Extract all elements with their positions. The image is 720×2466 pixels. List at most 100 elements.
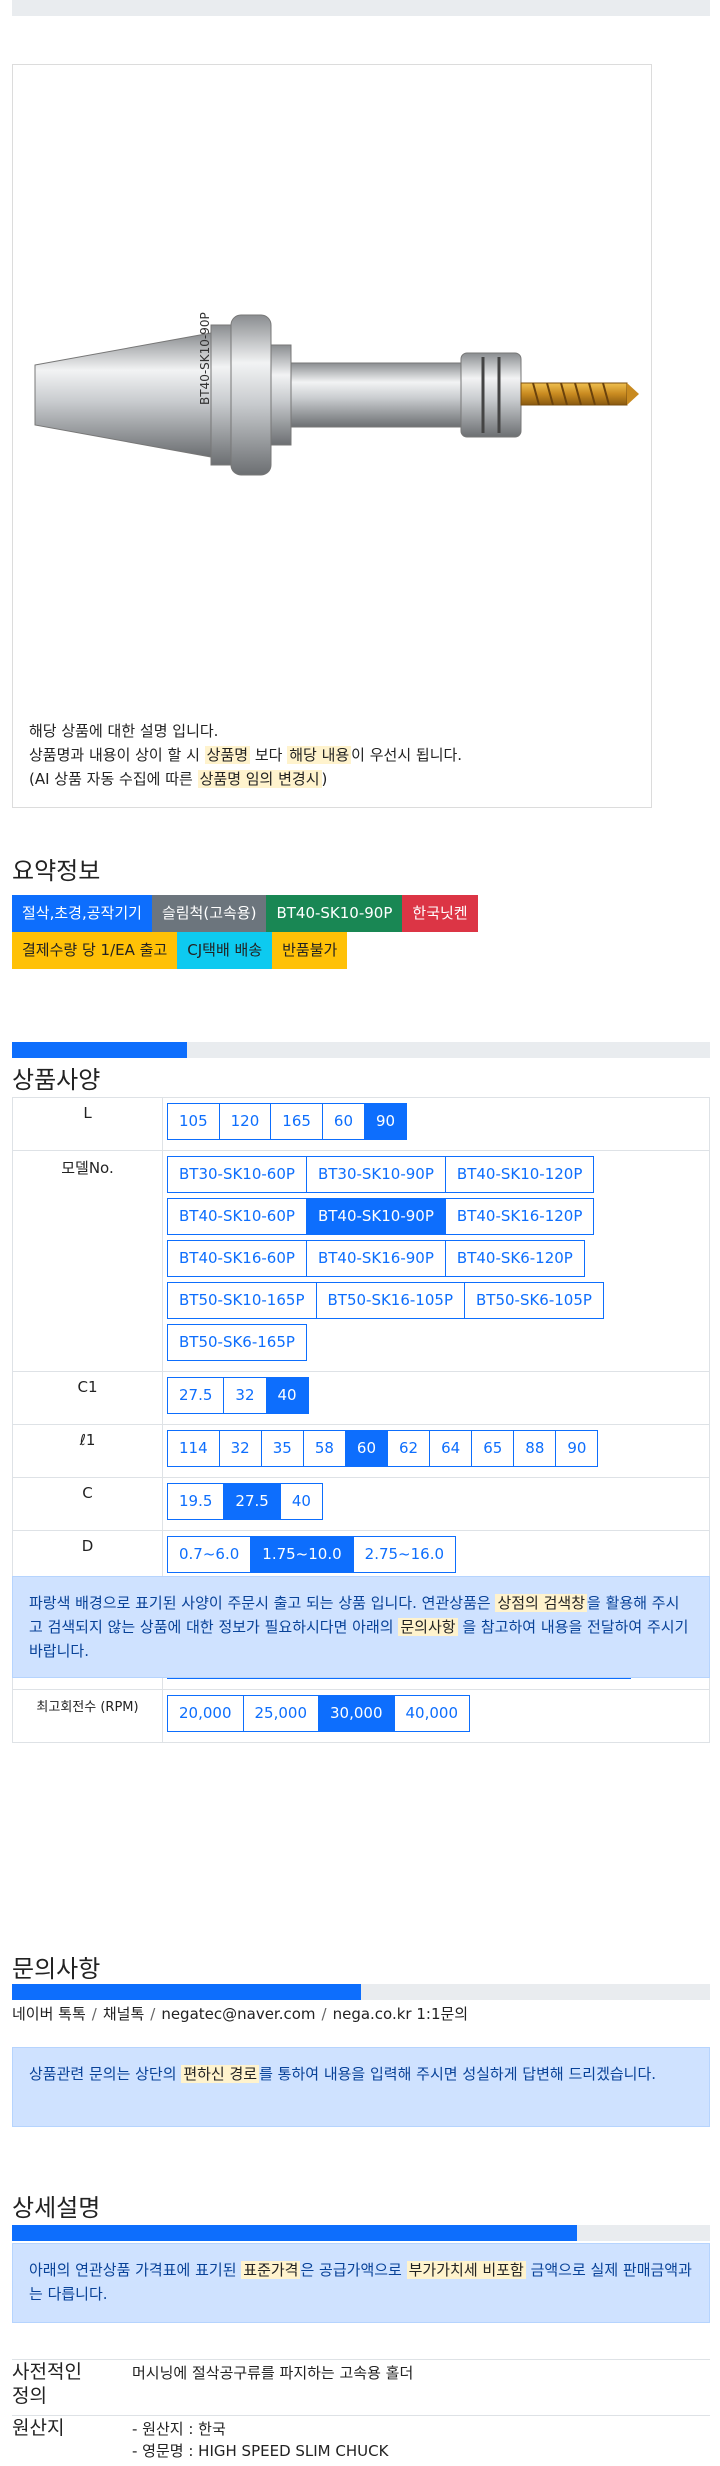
spec-option-button[interactable]: 35 <box>260 1430 304 1467</box>
link-website-inquiry[interactable]: nega.co.kr 1:1문의 <box>333 2005 469 2023</box>
desc-line: - 원산지 : 한국 <box>132 2420 226 2438</box>
spec-options: BT30-SK10-60P BT30-SK10-90P BT40-SK10-120P… <box>162 1150 710 1372</box>
spec-progress-fill <box>12 1042 187 1058</box>
desc-text: 이 우선시 됩니다. <box>351 746 463 764</box>
summary-title: 요약정보 <box>12 857 101 885</box>
badge-model: BT40-SK10-90P <box>266 895 403 932</box>
spec-option-button[interactable]: 60 <box>321 1103 366 1140</box>
spec-option-button[interactable]: BT30-SK10-60P <box>167 1156 307 1193</box>
spec-options: 20,000 25,000 30,000 40,000 <box>162 1689 710 1743</box>
term-line: 사전적인 <box>12 2361 82 2383</box>
link-channel-talk[interactable]: 채널톡 <box>103 2005 144 2023</box>
spec-option-button[interactable]: 120 <box>218 1103 272 1140</box>
spec-options: 114 32 35 58 60 62 64 65 88 90 <box>162 1424 710 1478</box>
spec-option-button[interactable]: 65 <box>471 1430 515 1467</box>
spec-option-button[interactable]: BT40-SK10-60P <box>167 1198 307 1235</box>
spec-option-button[interactable]: BT40-SK10-90P <box>305 1198 446 1235</box>
spec-options: 27.5 32 40 <box>162 1371 710 1425</box>
spec-option-button[interactable]: 60 <box>344 1430 389 1467</box>
detail-row-definition: 사전적인 정의 머시닝에 절삭공구류를 파지하는 고속용 홀더 <box>12 2359 710 2415</box>
spec-row-l1: ℓ1 114 32 35 58 60 62 64 65 88 90 <box>12 1424 710 1478</box>
spec-option-button[interactable]: 27.5 <box>167 1377 225 1414</box>
spec-option-button[interactable]: 90 <box>555 1430 599 1467</box>
spec-option-button[interactable]: 88 <box>513 1430 557 1467</box>
spec-option-button[interactable]: 32 <box>223 1377 267 1414</box>
spec-option-button[interactable]: BT50-SK6-105P <box>464 1282 604 1319</box>
notice-highlight: 상점의 검색창 <box>495 1594 588 1612</box>
badge-category: 절삭,초경,공작기기 <box>12 895 152 932</box>
spec-option-button[interactable]: 105 <box>167 1103 220 1140</box>
badge-brand: 한국닛켄 <box>402 895 478 932</box>
spec-row-l: L 105 120 165 60 90 <box>12 1097 710 1151</box>
spec-option-button[interactable]: 64 <box>429 1430 473 1467</box>
spec-label: C <box>12 1477 163 1531</box>
spec-option-button[interactable]: 30,000 <box>318 1695 395 1732</box>
badge-quantity: 결제수량 당 1/EA 출고 <box>12 932 178 969</box>
detail-term: 원산지 <box>12 2416 64 2440</box>
spec-option-button[interactable]: 1.75~10.0 <box>250 1536 354 1573</box>
badge-return: 반품불가 <box>272 932 348 969</box>
spec-option-button[interactable]: BT30-SK10-90P <box>305 1156 446 1193</box>
spec-option-button[interactable]: 27.5 <box>223 1483 281 1520</box>
notice-text: 상품관련 문의는 상단의 <box>29 2065 182 2083</box>
link-separator: / <box>91 2005 97 2023</box>
spec-label: C1 <box>12 1371 163 1425</box>
detail-title: 상세설명 <box>12 2194 101 2222</box>
inquiry-progress-fill <box>12 1984 361 2000</box>
notice-text: 아래의 연관상품 가격표에 표기된 <box>29 2261 242 2279</box>
spec-row-rpm: 최고회전수 (RPM) 20,000 25,000 30,000 40,000 <box>12 1689 710 1743</box>
spec-option-button[interactable]: BT40-SK16-60P <box>167 1240 307 1277</box>
inquiry-notice: 상품관련 문의는 상단의 편하신 경로 를 통하여 내용을 입력해 주시면 성실하… <box>12 2047 710 2127</box>
spec-option-button[interactable]: 40,000 <box>393 1695 470 1732</box>
spec-option-button[interactable]: 20,000 <box>167 1695 244 1732</box>
spec-option-button[interactable]: 19.5 <box>167 1483 225 1520</box>
detail-row-origin: 원산지 - 원산지 : 한국 - 영문명 : HIGH SPEED SLIM CH… <box>12 2415 710 2466</box>
inquiry-progress <box>12 1984 710 2000</box>
spec-label: L <box>12 1097 163 1151</box>
spec-option-button[interactable]: 32 <box>218 1430 262 1467</box>
spec-row-c1: C1 27.5 32 40 <box>12 1371 710 1425</box>
term-line: 정의 <box>12 2385 47 2407</box>
inquiry-links: 네이버 톡톡 / 채널톡 / negatec@naver.com / nega.co.kr … <box>12 2003 468 2024</box>
product-image-label: BT40-SK10-90P <box>198 312 212 405</box>
desc-highlight: 상품명 임의 변경시 <box>197 770 322 788</box>
spec-option-button[interactable]: BT40-SK10-120P <box>444 1156 595 1193</box>
detail-progress <box>12 2225 710 2241</box>
desc-line-3: (AI 상품 자동 수집에 따른 상품명 임의 변경시) <box>29 767 462 791</box>
notice-highlight: 표준가격 <box>241 2261 301 2279</box>
spec-option-button[interactable]: BT50-SK10-165P <box>167 1282 317 1319</box>
product-image: BT40-SK10-90P <box>34 312 639 476</box>
spec-option-button[interactable]: 2.75~16.0 <box>352 1536 457 1573</box>
spec-option-button[interactable]: BT50-SK6-165P <box>167 1324 307 1361</box>
desc-line-2: 상품명과 내용이 상이 할 시 상품명 보다 해당 내용 이 우선시 됩니다. <box>29 743 462 767</box>
link-email[interactable]: negatec@naver.com <box>161 2005 315 2023</box>
spec-option-button[interactable]: 40 <box>279 1483 323 1520</box>
spec-option-button[interactable]: 90 <box>364 1103 408 1140</box>
top-bar <box>12 0 710 16</box>
detail-notice: 아래의 연관상품 가격표에 표기된 표준가격 은 공급가액으로 부가가치세 비포함… <box>12 2243 710 2323</box>
notice-text: 를 통하여 내용을 입력해 주시면 성실하게 답변해 드리겠습니다. <box>259 2065 657 2083</box>
spec-option-button[interactable]: 62 <box>387 1430 431 1467</box>
spec-option-button[interactable]: 114 <box>167 1430 220 1467</box>
spec-option-button[interactable]: BT40-SK16-90P <box>305 1240 446 1277</box>
link-separator: / <box>321 2005 327 2023</box>
desc-line-1: 해당 상품에 대한 설명 입니다. <box>29 722 219 740</box>
spec-option-button[interactable]: 40 <box>265 1377 309 1414</box>
desc-text: (AI 상품 자동 수집에 따른 <box>29 770 198 788</box>
spec-option-button[interactable]: BT40-SK6-120P <box>444 1240 585 1277</box>
notice-text: 은 공급가액으로 <box>300 2261 407 2279</box>
spec-option-button[interactable]: 58 <box>302 1430 346 1467</box>
detail-term: 사전적인 정의 <box>12 2360 82 2408</box>
term-line: 원산지 <box>12 2417 65 2439</box>
summary-badges: 절삭,초경,공작기기 슬림척(고속용) BT40-SK10-90P 한국닛켄 결… <box>12 895 572 969</box>
desc-text: ) <box>321 770 328 788</box>
spec-label: 모델No. <box>12 1150 163 1372</box>
link-naver-talk[interactable]: 네이버 톡톡 <box>12 2005 86 2023</box>
notice-highlight: 문의사항 <box>398 1618 458 1636</box>
spec-option-button[interactable]: 0.7~6.0 <box>167 1536 252 1573</box>
spec-option-button[interactable]: BT50-SK16-105P <box>315 1282 465 1319</box>
desc-line: - 영문명 : HIGH SPEED SLIM CHUCK <box>132 2442 389 2460</box>
spec-option-button[interactable]: 165 <box>270 1103 323 1140</box>
spec-option-button[interactable]: 25,000 <box>242 1695 319 1732</box>
spec-option-button[interactable]: BT40-SK16-120P <box>444 1198 595 1235</box>
